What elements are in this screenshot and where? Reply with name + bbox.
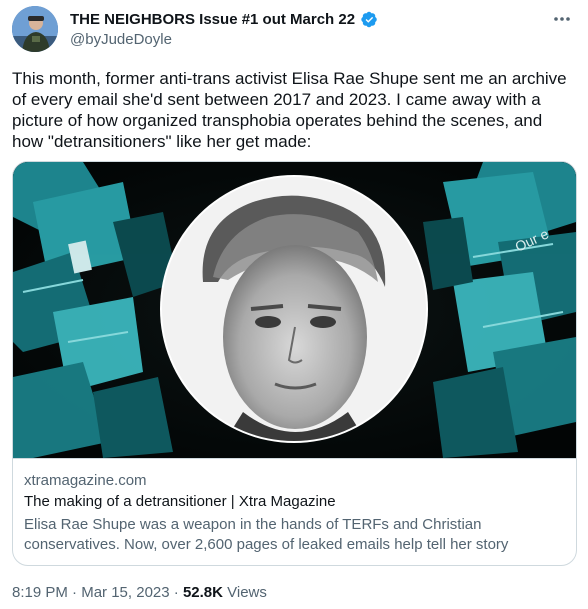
link-card-divider [13, 458, 576, 459]
views-count: 52.8K [182, 584, 223, 601]
author-display-name[interactable]: THE NEIGHBORS Issue #1 out March 22 [70, 11, 355, 28]
verified-badge-icon [361, 11, 378, 28]
avatar-image [12, 6, 58, 52]
more-horizontal-icon[interactable] [552, 9, 572, 31]
link-card[interactable]: Our e xtramagazine.com The making of a d… [12, 161, 577, 566]
meta-separator: · [169, 584, 183, 601]
link-card-domain[interactable]: xtramagazine.com [24, 472, 147, 489]
views-label: Views [222, 584, 267, 601]
article-thumbnail: Our e [13, 162, 576, 458]
tweet-date[interactable]: Mar 15, 2023 [81, 584, 169, 601]
tweet-text: This month, former anti-trans activist E… [12, 69, 567, 151]
author-handle[interactable]: @byJudeDoyle [70, 31, 172, 48]
author-name-row: THE NEIGHBORS Issue #1 out March 22 [70, 9, 378, 29]
tweet: THE NEIGHBORS Issue #1 out March 22 @byJ… [0, 0, 588, 609]
link-card-description: Elisa Rae Shupe was a weapon in the hand… [24, 516, 509, 553]
tweet-meta: 8:19 PM · Mar 15, 2023 · 52.8K Views [12, 584, 267, 601]
meta-separator: · [67, 584, 82, 601]
link-card-title[interactable]: The making of a detransitioner | Xtra Ma… [24, 493, 336, 510]
avatar[interactable] [12, 6, 58, 52]
link-card-image[interactable]: Our e [13, 162, 576, 458]
tweet-time[interactable]: 8:19 PM [12, 584, 68, 601]
